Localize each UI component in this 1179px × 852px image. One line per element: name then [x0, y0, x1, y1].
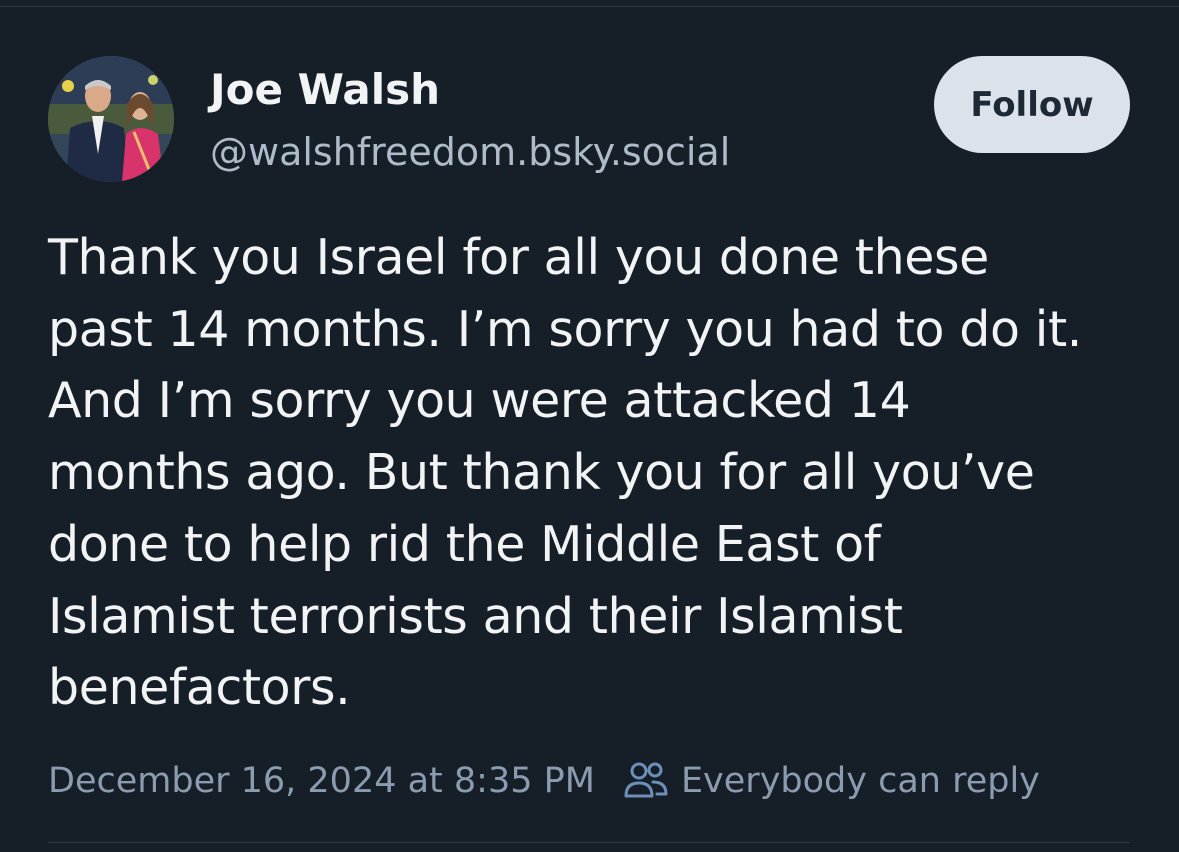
post-thread-view: Joe Walsh @walshfreedom.bsky.social Foll… — [0, 0, 1179, 852]
post-text-line: Thank you Israel for all you done these — [48, 229, 989, 286]
follow-button[interactable]: Follow — [934, 56, 1130, 153]
post-text-line: Islamist terrorists and their Islamist — [48, 587, 903, 645]
post-text-line: past 14 months. I’m sorry you had to do … — [48, 300, 1082, 358]
author-display-name[interactable]: Joe Walsh — [210, 64, 440, 116]
post-text-line: months ago. But thank you for all you’ve — [48, 444, 1035, 502]
post-text: Thank you Israel for all you done these … — [48, 222, 1143, 724]
author-avatar[interactable] — [48, 56, 174, 182]
post-text-line: benefactors. — [48, 659, 351, 717]
author-handle[interactable]: @walshfreedom.bsky.social — [210, 128, 730, 176]
people-icon — [623, 758, 669, 804]
reply-setting-label: Everybody can reply — [680, 761, 1040, 801]
post-meta: December 16, 2024 at 8:35 PM Everybody c… — [48, 756, 1040, 806]
post-text-line: done to help rid the Middle East of — [48, 515, 881, 573]
bottom-divider — [48, 842, 1130, 843]
post-text-line: And I’m sorry you were attacked 14 — [48, 372, 911, 430]
post-timestamp[interactable]: December 16, 2024 at 8:35 PM — [48, 761, 595, 801]
top-divider — [0, 0, 1179, 7]
profile-photo-icon — [48, 56, 174, 182]
reply-setting[interactable]: Everybody can reply — [623, 758, 1040, 804]
